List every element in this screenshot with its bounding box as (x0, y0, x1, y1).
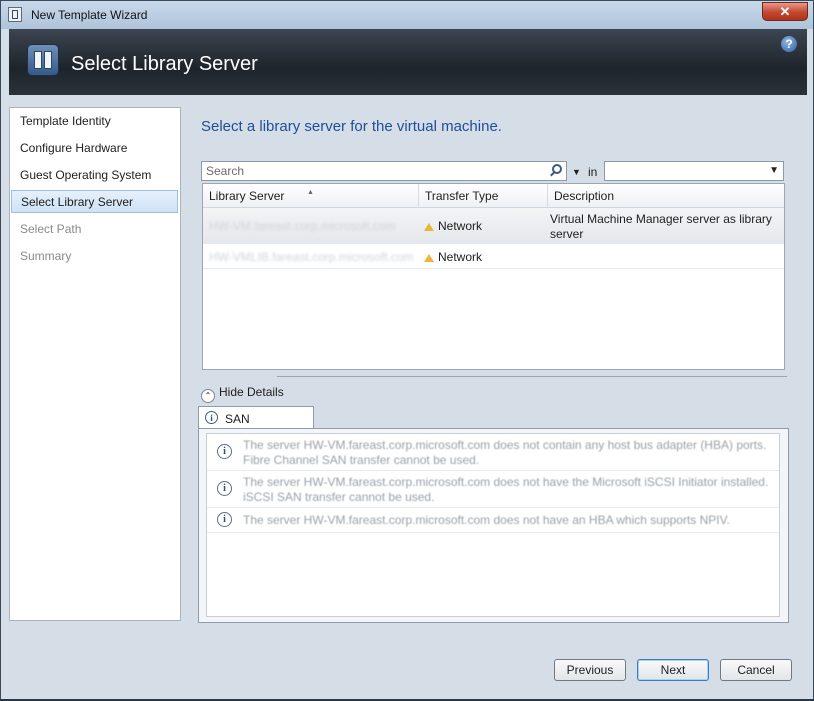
transfer-type-cell: Network (424, 219, 482, 233)
hide-details-toggle[interactable]: ⌃ Hide Details (201, 385, 284, 403)
warning-icon (424, 254, 434, 262)
tab-san-explanation[interactable]: i SAN Explanation (198, 406, 314, 440)
window-title: New Template Wizard (31, 8, 148, 22)
search-box[interactable]: ▼ (201, 161, 581, 181)
info-icon: i (205, 411, 218, 424)
search-scope-select[interactable]: ▼ (604, 161, 784, 181)
info-icon: i (217, 444, 232, 459)
app-icon (8, 7, 22, 22)
previous-button[interactable]: Previous (554, 659, 626, 681)
next-button[interactable]: Next (637, 659, 709, 681)
nav-item-guest-operating-system[interactable]: Guest Operating System (11, 164, 178, 187)
info-icon: i (217, 512, 232, 527)
nav-item-summary: Summary (20, 249, 72, 263)
nav-item-configure-hardware[interactable]: Configure Hardware (11, 137, 178, 160)
wizard-window: New Template Wizard ✕ Select Library Ser… (0, 0, 814, 701)
chevron-up-icon: ⌃ (201, 389, 215, 403)
grid-header: Library Server ▲ Transfer Type Descripti… (203, 184, 784, 208)
server-name-cell: HW-VMLIB.fareast.corp.microsoft.com (209, 250, 414, 264)
cancel-button[interactable]: Cancel (720, 659, 792, 681)
sort-ascending-icon: ▲ (307, 189, 314, 196)
wizard-steps-nav: Template Identity Configure Hardware Gue… (9, 107, 181, 621)
column-header-transfer-type[interactable]: Transfer Type (419, 184, 548, 207)
nav-item-select-path: Select Path (20, 222, 82, 236)
library-server-grid: Library Server ▲ Transfer Type Descripti… (202, 183, 785, 370)
library-server-icon (27, 44, 59, 76)
search-input[interactable] (204, 163, 548, 179)
search-options-dropdown-icon[interactable]: ▼ (572, 167, 581, 177)
details-divider (277, 376, 787, 377)
title-bar[interactable]: New Template Wizard ✕ (1, 1, 813, 29)
san-message-list: i The server HW-VM.fareast.corp.microsof… (206, 433, 780, 617)
page-title: Select Library Server (71, 53, 258, 75)
search-icon[interactable] (552, 164, 562, 174)
description-cell: Virtual Machine Manager server as librar… (550, 212, 772, 241)
main-panel: Select a library server for the virtual … (181, 95, 807, 635)
table-row[interactable]: HW-VM.fareast.corp.microsoft.com Network… (203, 208, 784, 244)
wizard-header: Select Library Server ? (9, 29, 807, 95)
close-button[interactable]: ✕ (762, 2, 808, 21)
column-header-library-server[interactable]: Library Server ▲ (203, 184, 419, 207)
info-icon: i (217, 481, 232, 496)
nav-item-select-library-server[interactable]: Select Library Server (11, 190, 178, 213)
column-header-description[interactable]: Description (548, 184, 784, 207)
list-item[interactable]: i The server HW-VM.fareast.corp.microsof… (207, 508, 779, 533)
instruction-text: Select a library server for the virtual … (201, 118, 502, 135)
warning-icon (424, 223, 434, 231)
table-row[interactable]: HW-VMLIB.fareast.corp.microsoft.com Netw… (203, 245, 784, 269)
chevron-down-icon[interactable]: ▼ (769, 165, 779, 176)
nav-item-template-identity[interactable]: Template Identity (11, 110, 178, 133)
list-item[interactable]: i The server HW-VM.fareast.corp.microsof… (207, 434, 779, 471)
transfer-type-cell: Network (424, 250, 482, 264)
search-scope-label: in (588, 165, 598, 179)
list-item[interactable]: i The server HW-VM.fareast.corp.microsof… (207, 471, 779, 508)
server-name-cell: HW-VM.fareast.corp.microsoft.com (209, 219, 396, 233)
san-explanation-panel: i The server HW-VM.fareast.corp.microsof… (198, 428, 789, 623)
help-icon[interactable]: ? (781, 36, 797, 52)
